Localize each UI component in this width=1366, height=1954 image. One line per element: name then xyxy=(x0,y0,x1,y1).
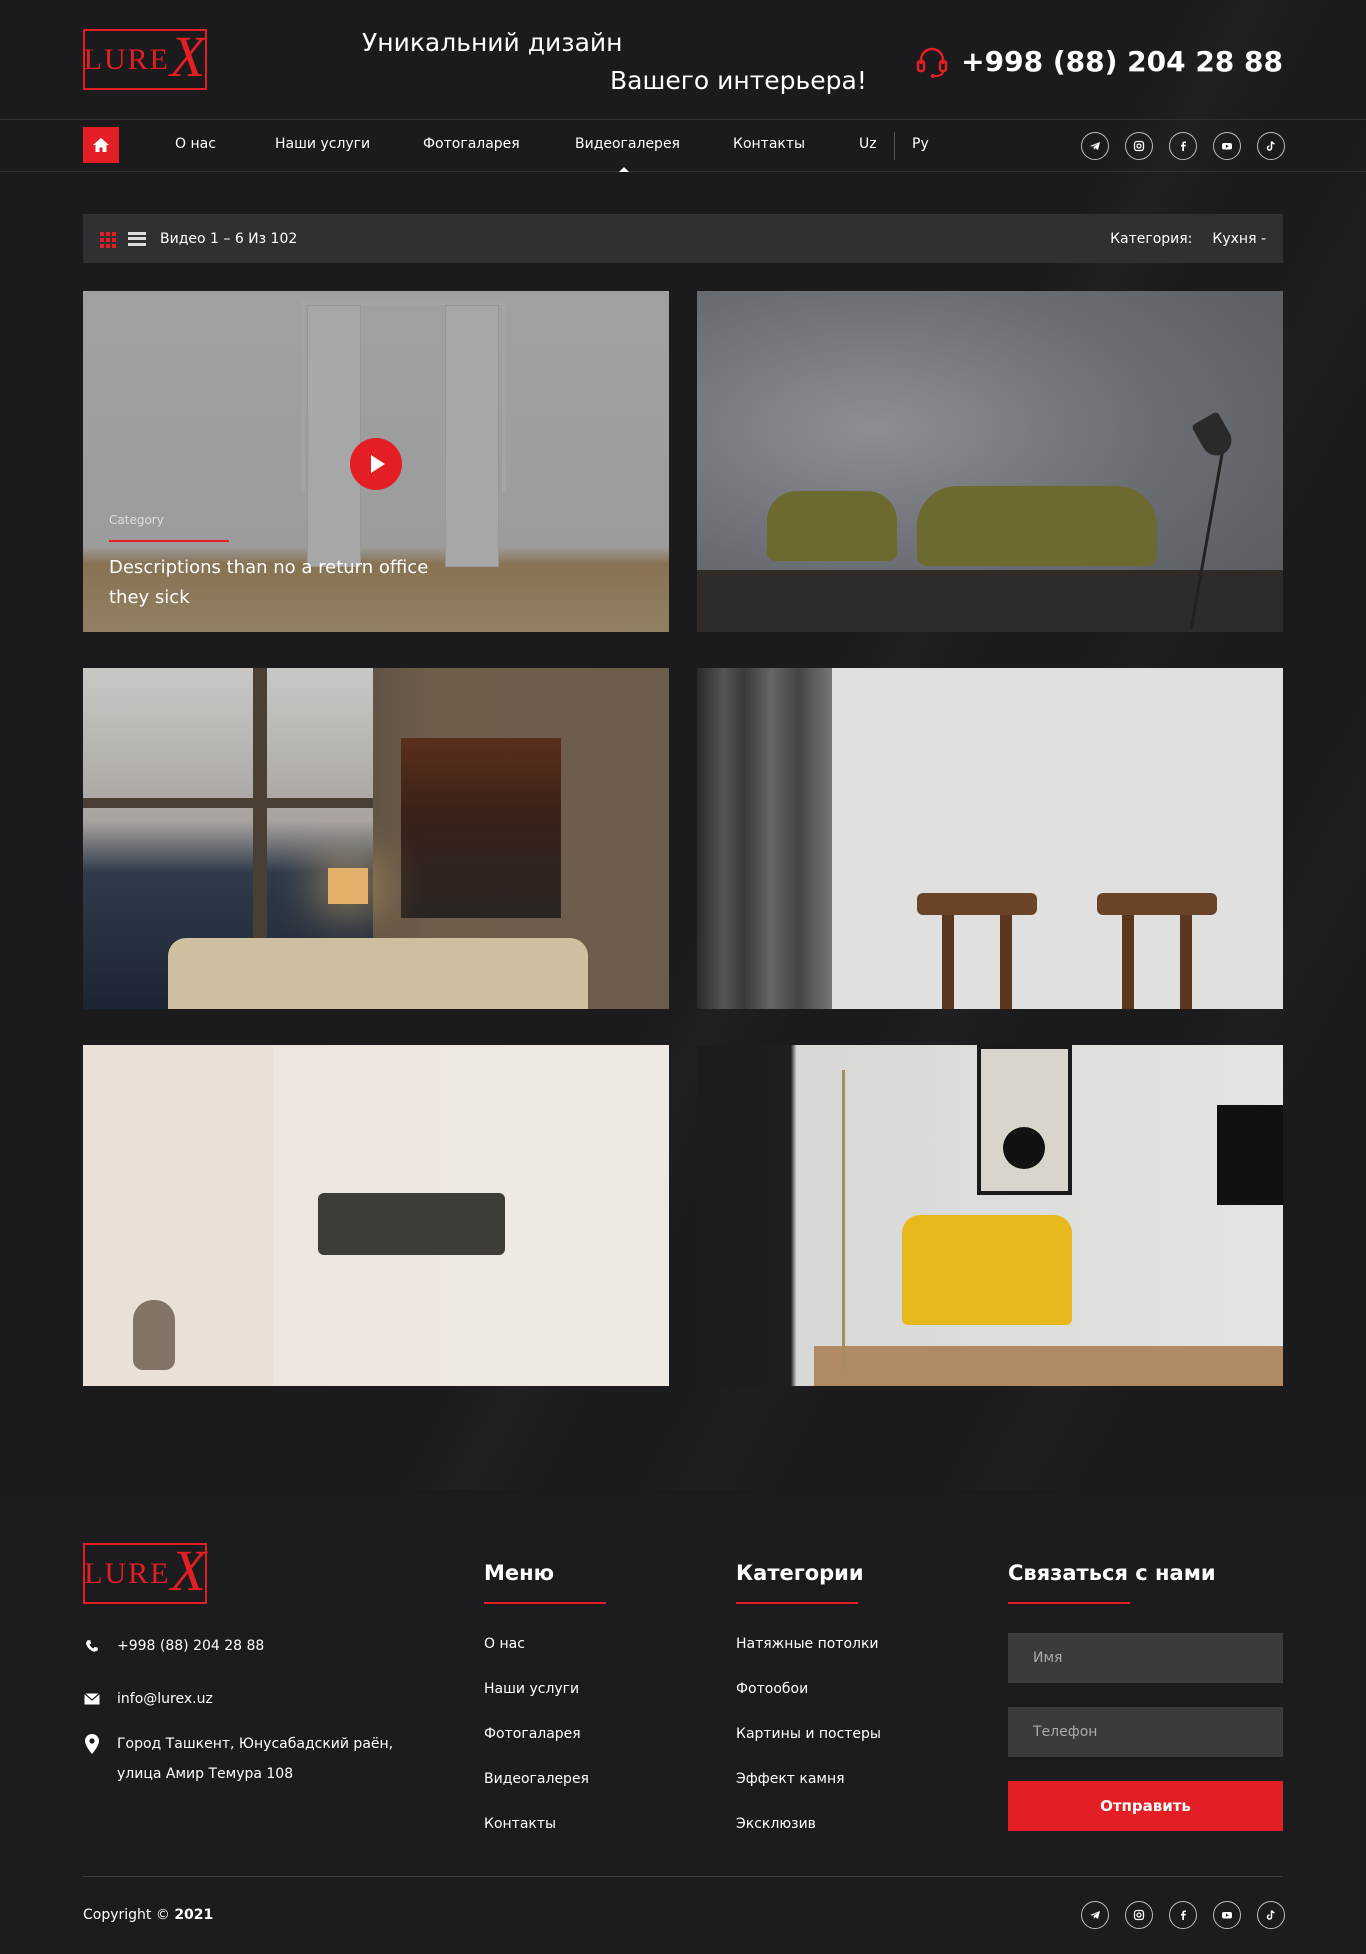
instagram-icon[interactable] xyxy=(1125,132,1153,160)
telegram-icon[interactable] xyxy=(1081,1901,1109,1929)
armchair-image xyxy=(767,491,897,561)
video-tile-2[interactable] xyxy=(697,291,1283,632)
sofa-image xyxy=(168,938,588,1009)
header-socials xyxy=(1081,132,1285,160)
youtube-icon[interactable] xyxy=(1213,132,1241,160)
site-logo[interactable]: LURE X xyxy=(83,27,207,90)
phone-icon xyxy=(83,1631,101,1661)
mail-icon xyxy=(83,1684,101,1714)
tile-category[interactable]: Category xyxy=(109,513,164,527)
footer-email[interactable]: info@lurex.uz xyxy=(83,1684,213,1714)
tile-description[interactable]: Descriptions than no a return office the… xyxy=(109,553,449,613)
footer-divider xyxy=(83,1876,1283,1877)
stool-image xyxy=(1097,893,1217,915)
nav-item-video-gallery[interactable]: Видеогалерея xyxy=(575,136,680,152)
submit-button[interactable]: Отправить xyxy=(1008,1781,1283,1831)
curtain-image xyxy=(697,668,832,1009)
tiktok-icon[interactable] xyxy=(1257,1901,1285,1929)
armchair-image xyxy=(902,1215,1072,1325)
copyright: Copyright © 2021 xyxy=(83,1907,213,1923)
wall-art-image xyxy=(977,1045,1072,1195)
youtube-icon[interactable] xyxy=(1213,1901,1241,1929)
main-nav: О нас Наши услуги Фотогаларея Видеогалер… xyxy=(0,119,1366,172)
lang-ru[interactable]: Ру xyxy=(912,136,929,152)
footer-menu-services[interactable]: Наши услуги xyxy=(484,1681,579,1697)
wall-art-image xyxy=(401,738,561,918)
instagram-icon[interactable] xyxy=(1125,1901,1153,1929)
video-tile-3[interactable] xyxy=(83,668,669,1009)
copyright-year: 2021 xyxy=(174,1907,214,1923)
footer-category-wallpaper[interactable]: Фотообои xyxy=(736,1681,808,1697)
nav-item-services[interactable]: Наши услуги xyxy=(275,136,370,152)
video-tile-1[interactable]: Category Descriptions than no a return o… xyxy=(83,291,669,632)
headset-icon xyxy=(916,47,948,78)
active-nav-indicator xyxy=(619,167,629,172)
footer-category-stone[interactable]: Эффект камня xyxy=(736,1771,845,1787)
header-phone-number[interactable]: +998 (88) 204 28 88 xyxy=(961,45,1283,78)
footer-socials xyxy=(1081,1901,1285,1929)
tiktok-icon[interactable] xyxy=(1257,132,1285,160)
lang-uz[interactable]: Uz xyxy=(859,136,877,152)
list-view-icon[interactable] xyxy=(128,231,146,246)
play-button[interactable] xyxy=(350,438,402,490)
results-count: Видео 1 – 6 Из 102 xyxy=(160,230,298,247)
footer-menu-heading: Меню xyxy=(484,1561,555,1585)
footer-menu-contacts[interactable]: Контакты xyxy=(484,1816,556,1832)
footer-category-ceilings[interactable]: Натяжные потолки xyxy=(736,1636,879,1652)
stool-image xyxy=(917,893,1037,915)
footer-address-line2: улица Амир Темура 108 xyxy=(117,1766,294,1782)
footer-categories-heading: Категории xyxy=(736,1561,864,1585)
tagline-line1: Уникальний дизайн xyxy=(362,28,623,57)
footer-category-posters[interactable]: Картины и постеры xyxy=(736,1726,881,1742)
home-icon xyxy=(93,138,109,152)
footer-contact-heading: Связаться с нами xyxy=(1008,1561,1216,1585)
category-filter-value[interactable]: Кухня - xyxy=(1212,231,1266,247)
tagline-line2: Вашего интерьера! xyxy=(610,66,867,95)
video-tile-4[interactable] xyxy=(697,668,1283,1009)
video-tile-5[interactable] xyxy=(83,1045,669,1386)
floor-lamp-image xyxy=(842,1070,845,1370)
footer-menu-about[interactable]: О нас xyxy=(484,1636,525,1652)
name-input[interactable] xyxy=(1008,1633,1283,1683)
footer-email-text[interactable]: info@lurex.uz xyxy=(117,1684,213,1714)
category-underline xyxy=(109,540,229,542)
footer-logo[interactable]: LURE X xyxy=(83,1541,207,1604)
video-tile-6[interactable] xyxy=(697,1045,1283,1386)
nav-item-photo-gallery[interactable]: Фотогаларея xyxy=(423,136,520,152)
copyright-prefix: Copyright © xyxy=(83,1907,170,1923)
phone-input[interactable] xyxy=(1008,1707,1283,1757)
nav-item-about[interactable]: О нас xyxy=(175,136,216,152)
gallery-toolbar: Видео 1 – 6 Из 102 Категория: Кухня - xyxy=(83,214,1283,263)
footer-phone[interactable]: +998 (88) 204 28 88 xyxy=(83,1631,264,1661)
home-button[interactable] xyxy=(83,127,119,163)
footer-menu-video-gallery[interactable]: Видеогалерея xyxy=(484,1771,589,1787)
grid-view-icon[interactable] xyxy=(100,231,116,248)
nav-item-contacts[interactable]: Контакты xyxy=(733,136,805,152)
footer-address: Город Ташкент, Юнусабадский раён, улица … xyxy=(83,1729,393,1789)
heading-underline xyxy=(1008,1602,1130,1604)
header-phone[interactable]: +998 (88) 204 28 88 xyxy=(915,44,1283,78)
vase-image xyxy=(133,1300,175,1370)
category-filter[interactable]: Категория: Кухня - xyxy=(1110,231,1266,247)
location-pin-icon xyxy=(83,1729,101,1759)
sofa-image xyxy=(318,1193,505,1255)
lang-separator xyxy=(894,132,895,160)
category-filter-label: Категория: xyxy=(1110,230,1193,247)
floor-lamp-image xyxy=(1191,411,1237,461)
loveseat-image xyxy=(917,486,1157,566)
site-header: LURE X Уникальний дизайн Вашего интерьера… xyxy=(0,0,1366,120)
heading-underline xyxy=(736,1602,858,1604)
heading-underline xyxy=(484,1602,606,1604)
footer-phone-text[interactable]: +998 (88) 204 28 88 xyxy=(117,1631,264,1661)
footer-category-exclusive[interactable]: Эксклюзив xyxy=(736,1816,816,1832)
facebook-icon[interactable] xyxy=(1169,1901,1197,1929)
footer-menu-photo-gallery[interactable]: Фотогаларея xyxy=(484,1726,581,1742)
facebook-icon[interactable] xyxy=(1169,132,1197,160)
footer-address-line1: Город Ташкент, Юнусабадский раён, xyxy=(117,1736,394,1752)
telegram-icon[interactable] xyxy=(1081,132,1109,160)
